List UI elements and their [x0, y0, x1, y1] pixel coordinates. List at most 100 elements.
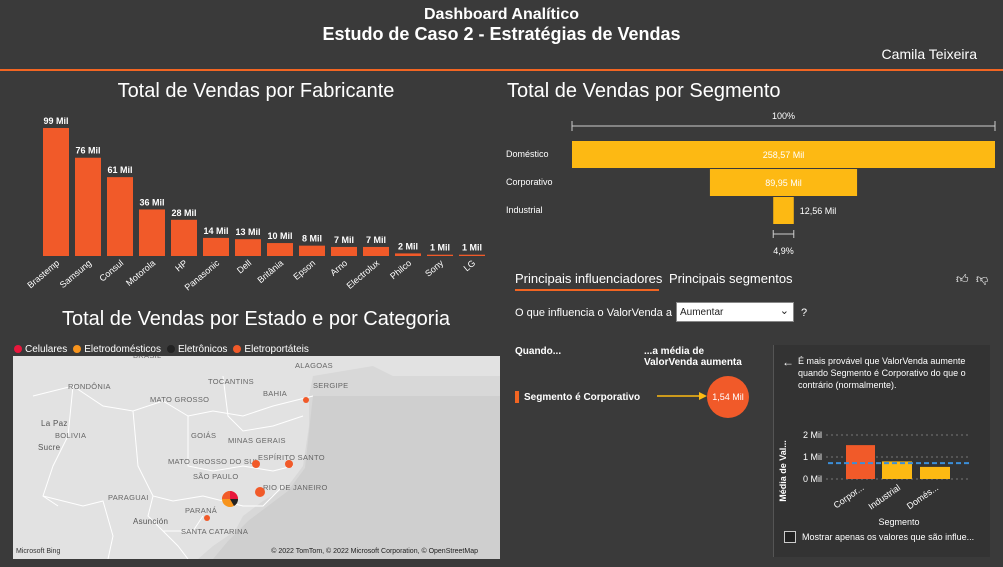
map-marker[interactable] [252, 460, 260, 468]
map-place-label: Asunción [133, 517, 168, 526]
fabricante-tick-label: LG [462, 258, 478, 273]
map-marker[interactable] [204, 515, 210, 521]
map-place-label: SANTA CATARINA [181, 527, 248, 536]
legend-label: Eletrônicos [177, 343, 228, 355]
influencer-bar[interactable] [920, 466, 950, 479]
influencer-bar[interactable] [846, 445, 875, 479]
map-place-label: BOLIVIA [55, 431, 86, 440]
influencer-x-tick: Industrial [866, 482, 902, 511]
fabricante-tick-label: Consul [97, 258, 125, 284]
influencer-question: O que influencia o ValorVenda a [515, 307, 672, 319]
influencer-condition[interactable]: Segmento é Corporativo [524, 392, 640, 403]
fabricante-bar-chart[interactable]: 99 Mil Brastemp 76 Mil Samsung 61 Mil Consul 3… [0, 108, 500, 300]
funnel-bottom-label: 4,9% [773, 246, 794, 256]
funnel-data-label: 89,95 Mil [765, 178, 802, 188]
header-divider [0, 69, 1003, 71]
funnel-category-label: Industrial [506, 205, 543, 215]
fabricante-data-label: 1 Mil [462, 243, 482, 253]
map-place-label: ALAGOAS [295, 361, 333, 370]
segmento-chart-title: Total de Vendas por Segmento [507, 80, 781, 102]
fabricante-data-label: 7 Mil [334, 235, 354, 245]
fabricante-tick-label: Panasonic [183, 258, 222, 293]
fabricante-data-label: 2 Mil [398, 241, 418, 251]
fabricante-data-label: 76 Mil [75, 146, 100, 156]
dashboard: Dashboard Analítico Estudo de Caso 2 - E… [0, 0, 1003, 567]
map-place-label: MINAS GERAIS [228, 436, 286, 445]
influencer-y-tick: 2 Mil [803, 430, 822, 440]
map-legend-item[interactable]: Eletrônicos [166, 343, 228, 355]
map-chart-title: Total de Vendas por Estado e por Categor… [61, 308, 451, 330]
influencer-value-bubble[interactable]: 1,54 Mil [707, 376, 749, 418]
fabricante-tick-label: Motorola [124, 258, 157, 288]
fabricante-bar[interactable] [299, 245, 325, 256]
funnel-data-label: 258,57 Mil [763, 150, 805, 160]
fabricante-tick-label: Epson [291, 258, 317, 282]
map-attribution[interactable]: © 2022 TomTom, © 2022 Microsoft Corporat… [271, 548, 478, 555]
map-place-label: SÃO PAULO [193, 472, 239, 481]
fabricante-bar[interactable] [203, 237, 229, 256]
influence-direction-select[interactable]: Aumentar ⌄ [676, 302, 794, 322]
funnel-bar[interactable] [773, 197, 794, 224]
fabricante-tick-label: Britânia [255, 258, 285, 285]
map-marker[interactable] [255, 487, 265, 497]
fabricante-tick-label: Philco [388, 258, 413, 281]
fabricante-bar[interactable] [363, 246, 389, 256]
map-area[interactable]: BRASIL RONDÔNIA MATO GROSSO BAHIA TOCANTINS L… [13, 356, 500, 559]
thumbs-down-icon[interactable]: 👎︎ [976, 272, 988, 287]
fabricante-bar[interactable] [331, 246, 357, 256]
fabricante-bar[interactable] [139, 209, 165, 256]
influencer-detail-panel: ← É mais provável que ValorVenda aumente… [773, 345, 990, 557]
legend-dot-icon [14, 345, 22, 353]
map-legend-item[interactable]: Eletroportáteis [233, 343, 309, 355]
fabricante-bar[interactable] [395, 253, 421, 256]
map-marker[interactable] [303, 397, 309, 403]
map-canvas[interactable]: BRASIL RONDÔNIA MATO GROSSO BAHIA TOCANTINS L… [13, 356, 500, 559]
fabricante-bar[interactable] [267, 243, 293, 256]
funnel-category-label: Doméstico [506, 149, 549, 159]
influencer-description: É mais provável que ValorVenda aumente q… [798, 356, 966, 390]
funnel-data-label: 12,56 Mil [800, 206, 837, 216]
back-arrow-icon[interactable]: ← [782, 355, 794, 369]
fabricante-tick-label: Dell [235, 258, 253, 276]
map-marker[interactable] [285, 460, 293, 468]
map-legend-item[interactable]: Celulares [14, 344, 67, 355]
fabricante-bar[interactable] [171, 219, 197, 256]
legend-label: Eletroportáteis [244, 343, 309, 355]
legend-label: Eletrodomésticos [84, 343, 161, 355]
fabricante-data-label: 1 Mil [430, 243, 450, 253]
fabricante-bar[interactable] [235, 239, 261, 256]
influencer-y-axis-title: Média de Val... [778, 440, 788, 502]
map-place-label: GOIÁS [191, 431, 216, 440]
fabricante-bar[interactable] [427, 254, 453, 256]
tab-principais-influenciadores[interactable]: Principais influenciadores [515, 271, 662, 286]
tab-principais-segmentos[interactable]: Principais segmentos [669, 271, 793, 286]
map-place-label: RIO DE JANEIRO [263, 483, 328, 492]
fabricante-tick-label: Arno [328, 258, 349, 278]
influencer-x-axis-title: Segmento [878, 517, 919, 527]
fabricante-bar[interactable] [107, 177, 133, 256]
influencer-x-tick: Corpor... [832, 482, 866, 510]
map-place-label: BRASIL [133, 356, 161, 360]
map-place-label: PARANÁ [185, 506, 217, 515]
funnel-top-label: 100% [772, 111, 795, 121]
map-pie-marker[interactable] [222, 491, 239, 507]
map-place-label: SERGIPE [313, 381, 348, 390]
legend-dot-icon [73, 345, 82, 353]
thumbs-up-icon[interactable]: 👍︎ [956, 272, 969, 287]
influencer-marker [515, 391, 519, 403]
fabricante-tick-label: Brastemp [25, 258, 61, 290]
fabricante-bar[interactable] [43, 128, 69, 256]
show-influencers-checkbox[interactable] [784, 531, 796, 543]
influencer-x-tick: Domés... [905, 482, 940, 511]
fabricante-data-label: 28 Mil [171, 208, 196, 218]
fabricante-data-label: 14 Mil [203, 226, 228, 236]
fabricante-tick-label: Samsung [58, 258, 94, 290]
fabricante-tick-label: Sony [423, 258, 446, 279]
fabricante-bar[interactable] [459, 254, 485, 256]
map-legend-item[interactable]: Eletrodomésticos [73, 344, 161, 355]
map-place-label: ESPÍRITO SANTO [258, 453, 325, 462]
fabricante-bar[interactable] [75, 157, 101, 256]
influencer-bar-chart[interactable]: Média de Val... 0 Mil 1 Mil 2 Mil Corpor... I… [776, 401, 988, 531]
segmento-funnel-chart[interactable]: 100% Doméstico 258,57 Mil Corporativo 89,95 … [504, 106, 1002, 260]
help-question-mark[interactable]: ? [801, 307, 807, 319]
